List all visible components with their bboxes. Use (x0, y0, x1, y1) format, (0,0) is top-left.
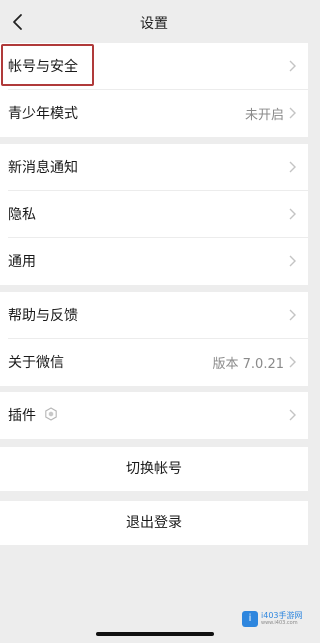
settings-item-plugins[interactable]: 插件 (0, 392, 308, 439)
watermark-logo: i i403手游网 www.i403.com (242, 608, 303, 630)
settings-item-label: 帮助与反馈 (8, 308, 78, 324)
settings-group-plugins: 插件 (0, 392, 308, 439)
logout-button[interactable]: 退出登录 (0, 501, 308, 545)
chevron-right-icon (289, 309, 296, 321)
chevron-right-icon (289, 356, 296, 368)
plugin-icon (45, 407, 57, 421)
settings-item-teen-mode[interactable]: 青少年模式 未开启 (0, 90, 308, 137)
highlight-frame (1, 44, 94, 86)
settings-item-about-wechat[interactable]: 关于微信 版本 7.0.21 (0, 339, 308, 386)
settings-group-general: 新消息通知 隐私 通用 (0, 144, 308, 285)
settings-item-label: 青少年模式 (8, 106, 78, 122)
watermark-url: www.i403.com (261, 620, 298, 626)
switch-account-button[interactable]: 切换帐号 (0, 447, 308, 491)
chevron-right-icon (289, 409, 296, 421)
home-indicator[interactable] (96, 632, 214, 636)
settings-group-about: 帮助与反馈 关于微信 版本 7.0.21 (0, 292, 308, 386)
chevron-right-icon (289, 107, 296, 119)
settings-item-label: 通用 (8, 254, 36, 270)
settings-item-general[interactable]: 通用 (0, 238, 308, 285)
navigation-bar: 设置 (0, 0, 308, 44)
settings-item-label: 插件 (8, 408, 36, 424)
settings-item-help-feedback[interactable]: 帮助与反馈 (0, 292, 308, 339)
page-title: 设置 (140, 16, 168, 32)
settings-item-notifications[interactable]: 新消息通知 (0, 144, 308, 191)
settings-item-value: 未开启 (244, 108, 284, 123)
settings-item-privacy[interactable]: 隐私 (0, 191, 308, 238)
chevron-right-icon (289, 161, 296, 173)
version-value: 版本 7.0.21 (212, 357, 284, 372)
chevron-right-icon (289, 60, 296, 72)
settings-item-label: 隐私 (8, 207, 36, 223)
chevron-right-icon (289, 255, 296, 267)
watermark-logo-glyph: i (242, 611, 258, 627)
chevron-right-icon (289, 208, 296, 220)
settings-item-label: 新消息通知 (8, 160, 78, 176)
settings-item-label: 关于微信 (8, 355, 64, 371)
